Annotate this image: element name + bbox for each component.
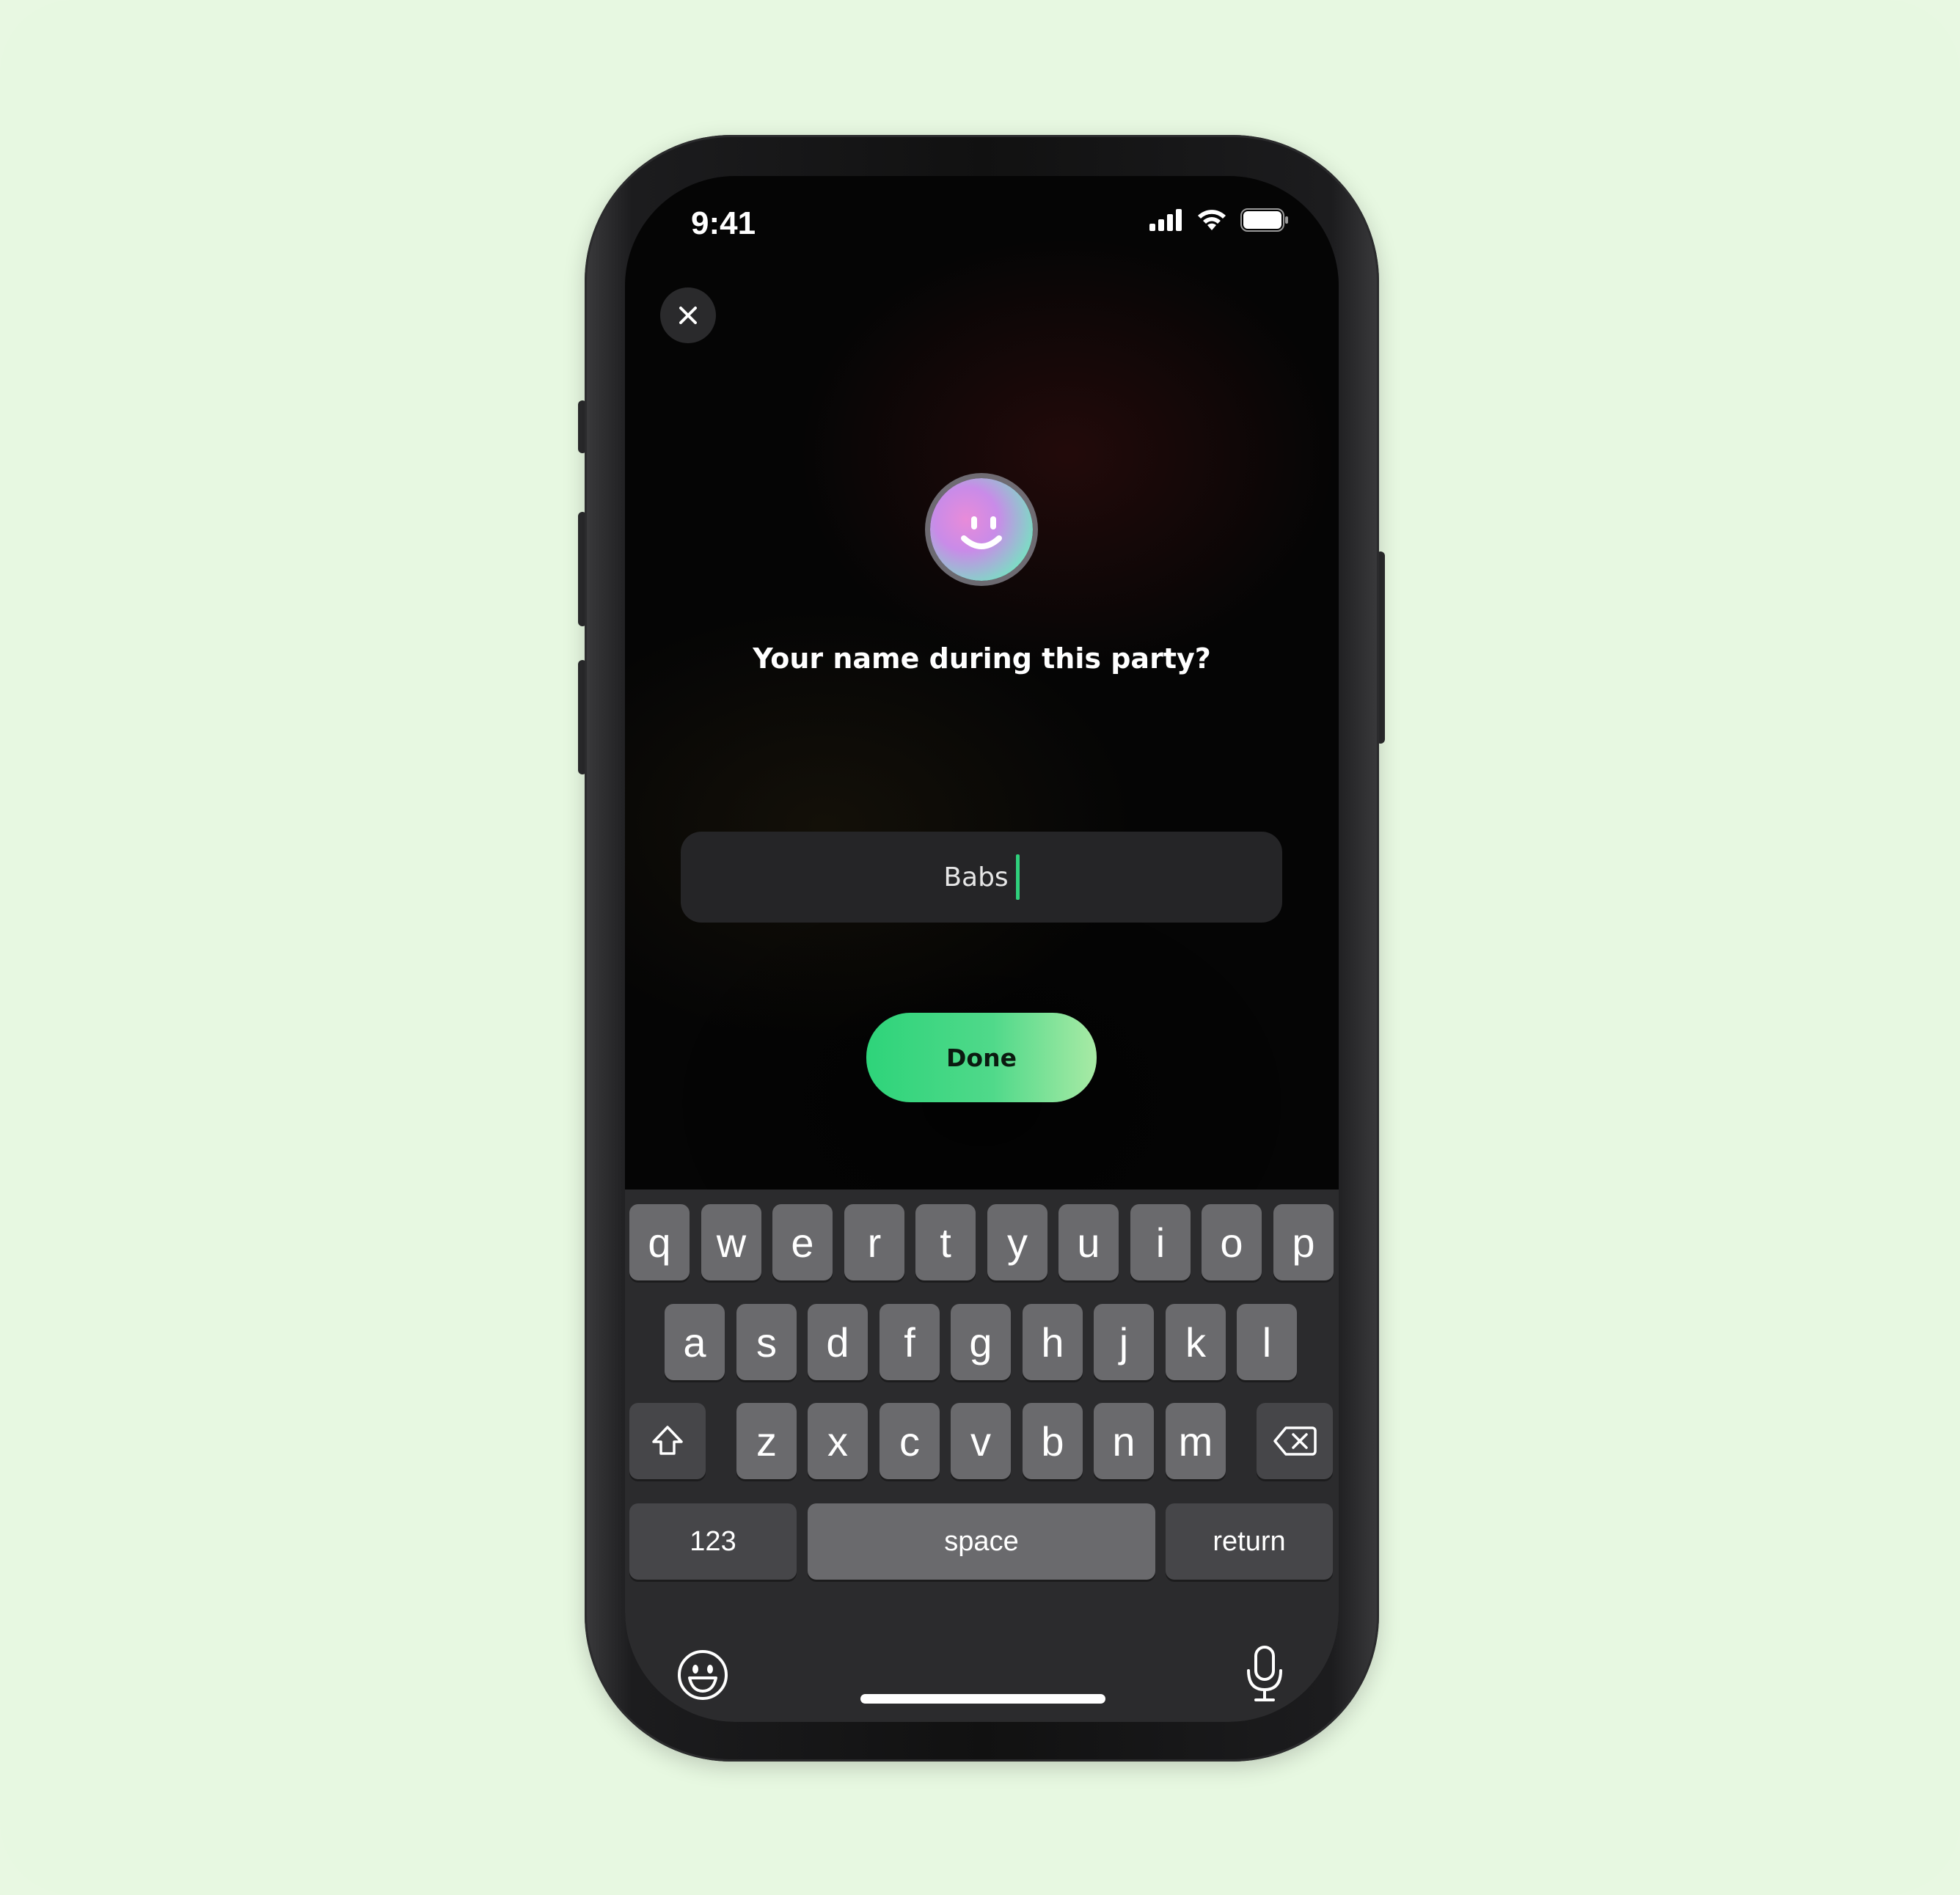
shift-icon [652,1426,683,1455]
key-t[interactable]: t [915,1204,976,1280]
key-a[interactable]: a [665,1304,725,1380]
smiley-face-icon [961,516,1002,549]
shift-key[interactable] [629,1403,706,1479]
space-key[interactable]: space [808,1503,1155,1580]
delete-key[interactable] [1257,1403,1333,1479]
key-x[interactable]: x [808,1403,868,1479]
microphone-icon[interactable] [1244,1644,1285,1703]
key-b[interactable]: b [1023,1403,1083,1479]
done-button[interactable]: Done [866,1013,1097,1102]
emoji-icon[interactable] [676,1649,729,1701]
key-o[interactable]: o [1202,1204,1262,1280]
keyboard: q w e r t y u i o p a s d f g h j k l z [625,1190,1339,1722]
name-input-value: Babs [943,862,1009,892]
key-l[interactable]: l [1237,1304,1297,1380]
numbers-key[interactable]: 123 [629,1503,797,1580]
text-caret [1015,854,1020,900]
wifi-icon [1198,210,1226,230]
close-icon [679,307,697,324]
key-f[interactable]: f [880,1304,940,1380]
status-time: 9:41 [691,205,756,241]
key-j[interactable]: j [1094,1304,1154,1380]
return-key[interactable]: return [1166,1503,1333,1580]
key-p[interactable]: p [1273,1204,1334,1280]
key-z[interactable]: z [736,1403,797,1479]
status-icons [1149,208,1289,232]
close-button[interactable] [660,287,716,343]
key-w[interactable]: w [701,1204,761,1280]
backspace-icon [1273,1426,1317,1456]
key-s[interactable]: s [736,1304,797,1380]
key-r[interactable]: r [844,1204,904,1280]
key-i[interactable]: i [1130,1204,1191,1280]
background-canvas: 9:41 Your name during this party? Babs D… [0,0,1960,1895]
name-question: Your name during this party? [753,642,1211,675]
key-y[interactable]: y [987,1204,1047,1280]
key-v[interactable]: v [951,1403,1011,1479]
key-e[interactable]: e [772,1204,833,1280]
key-n[interactable]: n [1094,1403,1154,1479]
name-input[interactable]: Babs [681,832,1282,923]
smiley-avatar-icon [930,478,1033,581]
key-d[interactable]: d [808,1304,868,1380]
home-indicator[interactable] [860,1694,1105,1704]
key-k[interactable]: k [1166,1304,1226,1380]
signal-icon [1149,209,1182,231]
key-h[interactable]: h [1023,1304,1083,1380]
battery-icon [1240,208,1288,232]
key-c[interactable]: c [880,1403,940,1479]
key-g[interactable]: g [951,1304,1011,1380]
key-m[interactable]: m [1166,1403,1226,1479]
phone-screen: 9:41 Your name during this party? Babs D… [625,176,1339,1722]
key-u[interactable]: u [1058,1204,1119,1280]
key-q[interactable]: q [629,1204,690,1280]
